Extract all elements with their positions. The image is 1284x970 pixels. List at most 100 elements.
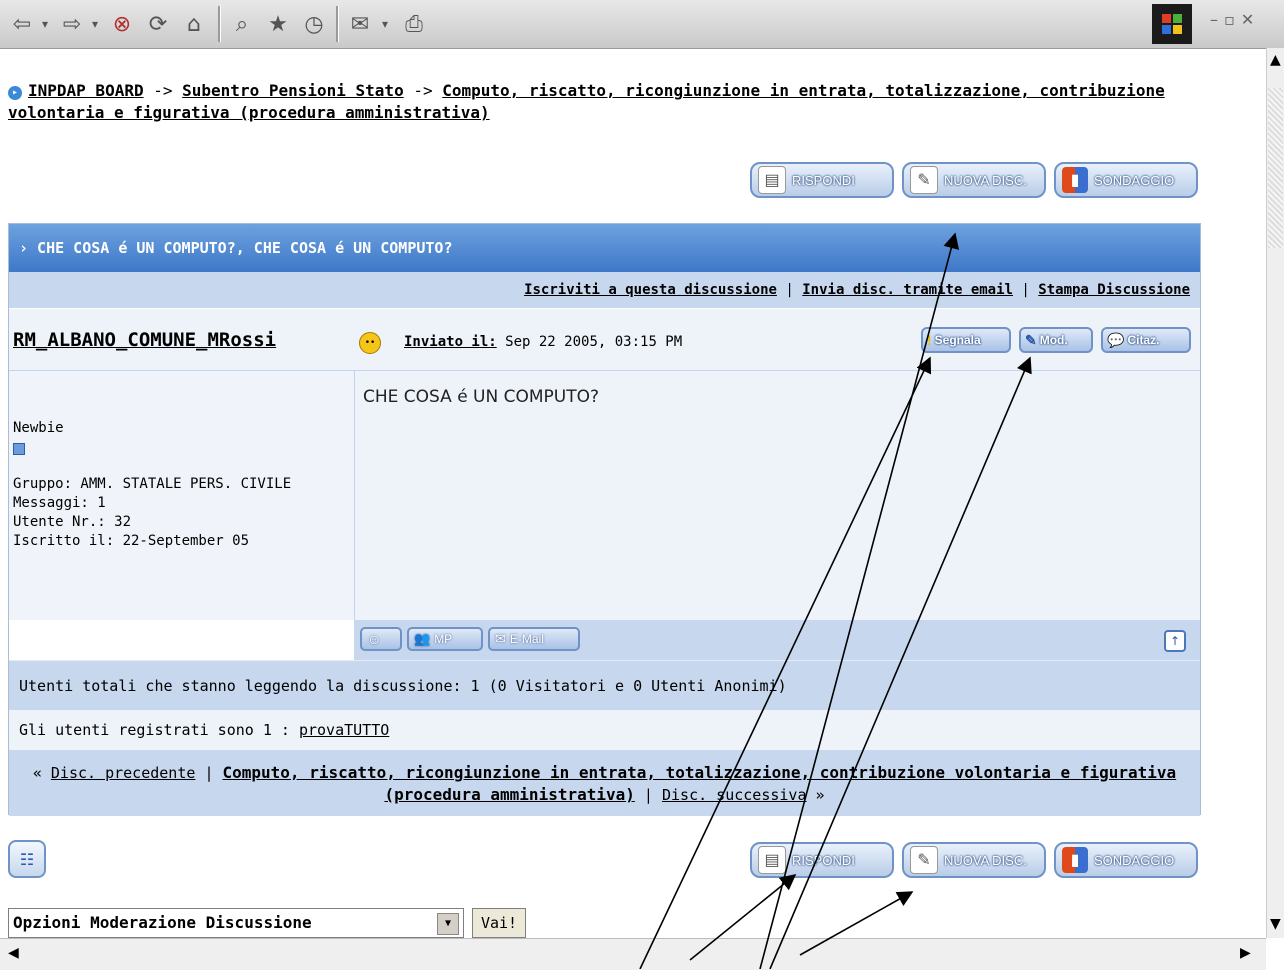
quote-button-label: Citaz.	[1127, 333, 1160, 347]
mail-dropdown-icon[interactable]: ▾	[376, 8, 394, 40]
poll-button-top[interactable]: ▮ SONDAGGIO	[1054, 162, 1198, 198]
users-icon: 👥	[414, 631, 431, 646]
reply-icon: ▤	[758, 166, 786, 194]
moderation-options-select[interactable]: Opzioni Moderazione Discussione ▼	[8, 908, 464, 938]
mail-icon[interactable]: ✉	[344, 8, 376, 40]
moderation-go-button[interactable]: Vai!	[472, 908, 526, 938]
topic-title: › CHE COSA é UN COMPUTO?, CHE COSA é UN …	[9, 224, 1200, 272]
stop-icon[interactable]: ⊗	[106, 8, 138, 40]
post-footer-spacer	[9, 620, 354, 660]
registered-user-link[interactable]: provaTUTTO	[299, 721, 389, 739]
new-topic-button-label: NUOVA DISC.	[944, 172, 1027, 188]
poll-icon: ▮	[1062, 847, 1088, 873]
refresh-icon[interactable]: ⟳	[142, 8, 174, 40]
quote-button[interactable]: 💬 Citaz.	[1101, 327, 1191, 353]
user-number: Utente Nr.: 32	[13, 514, 132, 530]
search-icon[interactable]: ⌕	[226, 8, 258, 40]
profile-icon: ☺	[367, 631, 382, 647]
pencil-icon: ✎	[1025, 331, 1037, 348]
reply-icon: ▤	[758, 846, 786, 874]
back-icon[interactable]: ⇦	[6, 8, 38, 40]
nav-separator: |	[204, 764, 214, 782]
edit-button-label: Mod.	[1039, 333, 1068, 347]
prev-topic-link[interactable]: Disc. precedente	[51, 764, 196, 782]
post-date-label: Inviato il:	[404, 334, 497, 350]
email-button[interactable]: ✉ E-Mail	[488, 627, 580, 651]
moderation-select-value: Opzioni Moderazione Discussione	[13, 913, 312, 932]
topic-options-bar: Iscriviti a questa discussione | Invia d…	[9, 272, 1200, 308]
pm-button[interactable]: 👥 MP	[407, 627, 483, 651]
post-author-link[interactable]: RM_ALBANO_COMUNE_MRossi	[13, 329, 276, 351]
smiley-icon: ••	[359, 332, 381, 354]
new-topic-button-bottom[interactable]: ✎ NUOVA DISC.	[902, 842, 1046, 878]
back-dropdown-icon[interactable]: ▾	[36, 8, 54, 40]
author-profile: Newbie Gruppo: AMM. STATALE PERS. CIVILE…	[9, 371, 355, 621]
edit-button[interactable]: ✎ Mod.	[1019, 327, 1093, 353]
reply-button-label: RISPONDI	[792, 852, 855, 868]
toolbar-divider	[218, 6, 221, 42]
back-to-top-icon[interactable]: ↑	[1164, 630, 1186, 652]
link-separator: |	[785, 282, 794, 298]
windows-logo-icon	[1152, 4, 1192, 44]
scroll-left-icon[interactable]: ◀	[8, 945, 19, 961]
favorites-icon[interactable]: ★	[262, 8, 294, 40]
active-readers: Utenti totali che stanno leggendo la dis…	[9, 660, 1200, 710]
report-button[interactable]: ! Segnala	[921, 327, 1011, 353]
breadcrumb-separator: ->	[413, 81, 433, 100]
pm-button-label: MP	[434, 632, 453, 646]
profile-button[interactable]: ☺	[360, 627, 402, 651]
toolbar-divider	[336, 6, 339, 42]
reply-button-bottom[interactable]: ▤ RISPONDI	[750, 842, 894, 878]
nav-separator: |	[643, 786, 653, 804]
link-separator: |	[1021, 282, 1030, 298]
speech-bubble-icon: 💬	[1107, 331, 1125, 348]
poll-button-label: SONDAGGIO	[1094, 852, 1175, 868]
home-icon[interactable]: ⌂	[178, 8, 210, 40]
email-topic-link[interactable]: Invia disc. tramite email	[802, 282, 1013, 298]
print-icon[interactable]: ⎙	[398, 8, 430, 40]
forward-icon[interactable]: ⇨	[56, 8, 88, 40]
rank-pip-icon	[13, 443, 25, 455]
breadcrumb-forum-link[interactable]: Subentro Pensioni Stato	[182, 81, 404, 100]
print-topic-link[interactable]: Stampa Discussione	[1038, 282, 1190, 298]
post-date: Inviato il: Sep 22 2005, 03:15 PM	[404, 334, 682, 350]
profile-info: Gruppo: AMM. STATALE PERS. CIVILE Messagg…	[13, 475, 291, 551]
user-group: Gruppo: AMM. STATALE PERS. CIVILE	[13, 476, 292, 492]
history-icon[interactable]: ◷	[298, 8, 330, 40]
user-rank: Newbie	[13, 420, 64, 436]
forward-dropdown-icon[interactable]: ▾	[86, 8, 104, 40]
topic-navigation: « Disc. precedente | Computo, riscatto, …	[9, 750, 1200, 816]
reply-button-top[interactable]: ▤ RISPONDI	[750, 162, 894, 198]
breadcrumb: ▸ INPDAP BOARD -> Subentro Pensioni Stato…	[8, 80, 1188, 124]
scroll-right-icon[interactable]: ▶	[1240, 945, 1251, 961]
topic-list-icon[interactable]: ☷	[8, 840, 46, 878]
report-button-label: Segnala	[934, 333, 981, 347]
poll-button-label: SONDAGGIO	[1094, 172, 1175, 188]
horizontal-scrollbar[interactable]: ◀ ▶	[0, 938, 1266, 970]
window-controls[interactable]: –▫✕	[1210, 10, 1260, 29]
breadcrumb-separator: ->	[153, 81, 173, 100]
scroll-down-icon[interactable]: ▼	[1270, 916, 1281, 932]
scroll-thumb[interactable]	[1268, 88, 1283, 248]
poll-icon: ▮	[1062, 167, 1088, 193]
registered-users: Gli utenti registrati sono 1 : provaTUTT…	[9, 710, 1200, 750]
next-topic-link[interactable]: Disc. successiva	[662, 786, 807, 804]
user-message-count: Messaggi: 1	[13, 495, 106, 511]
breadcrumb-home-link[interactable]: INPDAP BOARD	[28, 81, 144, 100]
vertical-scrollbar[interactable]: ▲ ▼	[1266, 48, 1284, 938]
post-message: CHE COSA é UN COMPUTO?	[363, 387, 600, 407]
scroll-up-icon[interactable]: ▲	[1270, 52, 1281, 68]
new-topic-button-top[interactable]: ✎ NUOVA DISC.	[902, 162, 1046, 198]
reply-button-label: RISPONDI	[792, 172, 855, 188]
post-header: RM_ALBANO_COMUNE_MRossi •• Inviato il: S…	[9, 308, 1200, 371]
forum-icon: ▸	[8, 86, 22, 100]
new-topic-icon: ✎	[910, 166, 938, 194]
user-join-date: Iscritto il: 22-September 05	[13, 533, 250, 549]
new-topic-icon: ✎	[910, 846, 938, 874]
chevron-down-icon[interactable]: ▼	[437, 913, 459, 935]
next-arrow: »	[815, 786, 825, 804]
registered-users-label: Gli utenti registrati sono 1 :	[19, 721, 290, 739]
poll-button-bottom[interactable]: ▮ SONDAGGIO	[1054, 842, 1198, 878]
subscribe-link[interactable]: Iscriviti a questa discussione	[524, 282, 777, 298]
new-topic-button-label: NUOVA DISC.	[944, 852, 1027, 868]
